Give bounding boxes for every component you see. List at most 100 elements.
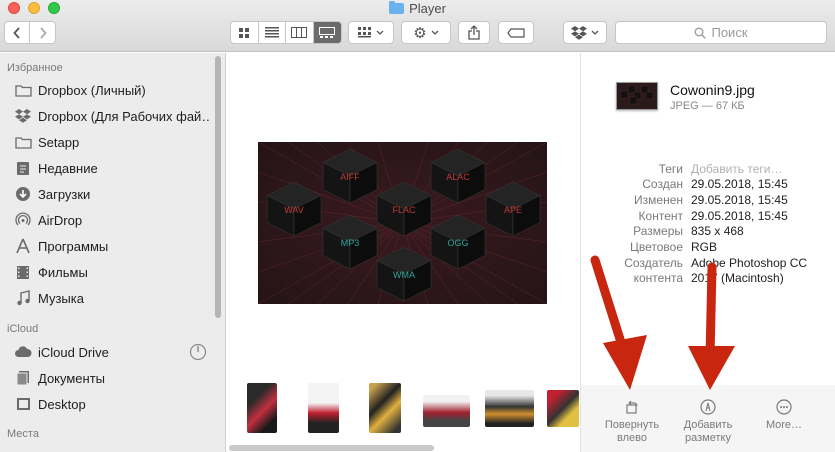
sidebar-item-label: AirDrop [38, 212, 83, 228]
add-tags-field[interactable]: Добавить теги… [691, 162, 782, 176]
thumbnail[interactable] [547, 390, 579, 427]
info-row-color-space: Цветовое RGB [581, 240, 835, 256]
sidebar-item-icloud-drive[interactable]: iCloud Drive [14, 342, 210, 362]
recents-icon [14, 160, 32, 176]
rotate-left-label-2: влево [617, 432, 647, 444]
chevron-down-icon [591, 30, 599, 35]
dropbox-icon [571, 25, 587, 40]
markup-button[interactable]: Добавить разметку [668, 399, 748, 445]
gallery-view: AIFF ALAC WAV FLAC APE MP3 OGG WMA [227, 53, 579, 452]
cube-label: WMA [393, 270, 415, 280]
forward-button[interactable] [30, 22, 55, 43]
more-button[interactable]: More… [744, 399, 824, 432]
chevron-right-icon [39, 26, 47, 39]
thumbnail-strip [227, 378, 579, 438]
folder-icon [389, 1, 405, 14]
sidebar-header-icloud: iCloud [7, 323, 39, 335]
info-value: RGB [691, 240, 718, 254]
sidebar-item-desktop[interactable]: Desktop [14, 394, 210, 414]
sidebar-item-downloads[interactable]: Загрузки [14, 184, 210, 204]
group-icon [358, 27, 371, 38]
thumbnail[interactable] [369, 383, 401, 433]
sidebar-item-label: Документы [38, 370, 106, 386]
quick-actions: Повернуть влево Добавить разметку More… [581, 385, 835, 452]
markup-icon [700, 399, 716, 415]
info-row-modified: Изменен 29.05.2018, 15:45 [581, 193, 835, 209]
music-icon [14, 290, 32, 306]
sidebar-item-dropbox-personal[interactable]: Dropbox (Личный) [14, 80, 210, 100]
sidebar-item-applications[interactable]: Программы [14, 236, 210, 256]
dropbox-button[interactable] [563, 21, 607, 44]
cube-label: WAV [284, 205, 304, 215]
sidebar-header-places: Места [7, 428, 39, 440]
sidebar-item-recents[interactable]: Недавние [14, 158, 210, 178]
thumbnail[interactable] [247, 383, 277, 433]
cube-label: ALAC [446, 172, 470, 182]
info-value: 2017 (Macintosh) [691, 271, 784, 285]
folder-icon [14, 134, 32, 150]
sidebar-item-documents[interactable]: Документы [14, 368, 210, 388]
sidebar-item-label: Музыка [38, 290, 84, 306]
image-preview[interactable]: AIFF ALAC WAV FLAC APE MP3 OGG WMA [258, 142, 547, 304]
group-button[interactable] [348, 21, 394, 44]
column-view-button[interactable] [286, 22, 314, 43]
sidebar-item-label: Загрузки [38, 186, 91, 202]
list-view-button[interactable] [259, 22, 286, 43]
rotate-left-icon [626, 400, 638, 414]
search-field[interactable]: Поиск [615, 21, 827, 44]
thumbnail[interactable] [308, 383, 339, 433]
documents-icon [14, 370, 32, 386]
info-row-created: Создан 29.05.2018, 15:45 [581, 177, 835, 193]
action-button[interactable]: ⚙ [401, 21, 451, 44]
more-icon [776, 399, 792, 415]
file-name: Cowonin9.jpg [670, 82, 755, 98]
info-row-tags: Теги Добавить теги… [581, 162, 835, 178]
desktop-icon [14, 396, 32, 412]
search-placeholder: Поиск [711, 25, 748, 40]
cube-label: AIFF [340, 172, 360, 182]
sidebar-item-music[interactable]: Музыка [14, 288, 210, 308]
cube-label: APE [504, 205, 522, 215]
chevron-down-icon [376, 30, 384, 35]
more-label: More… [765, 419, 803, 431]
info-row-content-creator: контента 2017 (Macintosh) [581, 271, 835, 287]
sidebar-item-dropbox-work[interactable]: Dropbox (Для Рабочих фай… [14, 106, 210, 126]
share-icon [468, 25, 480, 40]
sidebar-item-airdrop[interactable]: AirDrop [14, 210, 210, 230]
applications-icon [14, 238, 32, 254]
horizontal-scrollbar[interactable] [229, 445, 434, 451]
thumbnail[interactable] [485, 390, 534, 427]
thumbnail[interactable] [423, 395, 470, 427]
back-button[interactable] [5, 22, 31, 43]
tags-button[interactable] [498, 21, 534, 44]
tag-icon [507, 27, 525, 38]
sidebar-item-movies[interactable]: Фильмы [14, 262, 210, 282]
sidebar-item-label: Недавние [38, 160, 98, 176]
file-thumbnail-art [620, 85, 654, 105]
gear-icon: ⚙ [413, 24, 427, 42]
rotate-left-button[interactable]: Повернуть влево [592, 399, 672, 445]
file-thumbnail [616, 82, 658, 110]
downloads-icon [14, 186, 32, 202]
folder-icon [14, 82, 32, 98]
gallery-view-button[interactable] [313, 22, 341, 43]
preview-panel: Cowonin9.jpg JPEG — 67 КБ Теги Добавить … [580, 53, 835, 452]
info-row-creator: Создатель Adobe Photoshop CC [581, 256, 835, 272]
info-key: Создан [642, 177, 683, 191]
movies-icon [14, 264, 32, 280]
sidebar-item-label: iCloud Drive [38, 344, 109, 360]
toolbar: Player ⚙ Поиск [0, 0, 835, 52]
sidebar-item-setapp[interactable]: Setapp [14, 132, 210, 152]
cloud-icon [14, 344, 32, 360]
info-value: 835 x 468 [691, 224, 744, 238]
sidebar-item-label: Dropbox (Личный) [38, 82, 146, 98]
share-button[interactable] [458, 21, 490, 44]
airdrop-icon [14, 212, 32, 228]
list-icon [264, 27, 279, 38]
sidebar-scrollbar[interactable] [215, 56, 221, 318]
sidebar-item-label: Программы [38, 238, 109, 254]
window-title-text: Player [409, 1, 446, 16]
view-switcher [230, 21, 342, 44]
grid-icon [239, 27, 250, 38]
icon-view-button[interactable] [231, 22, 259, 43]
